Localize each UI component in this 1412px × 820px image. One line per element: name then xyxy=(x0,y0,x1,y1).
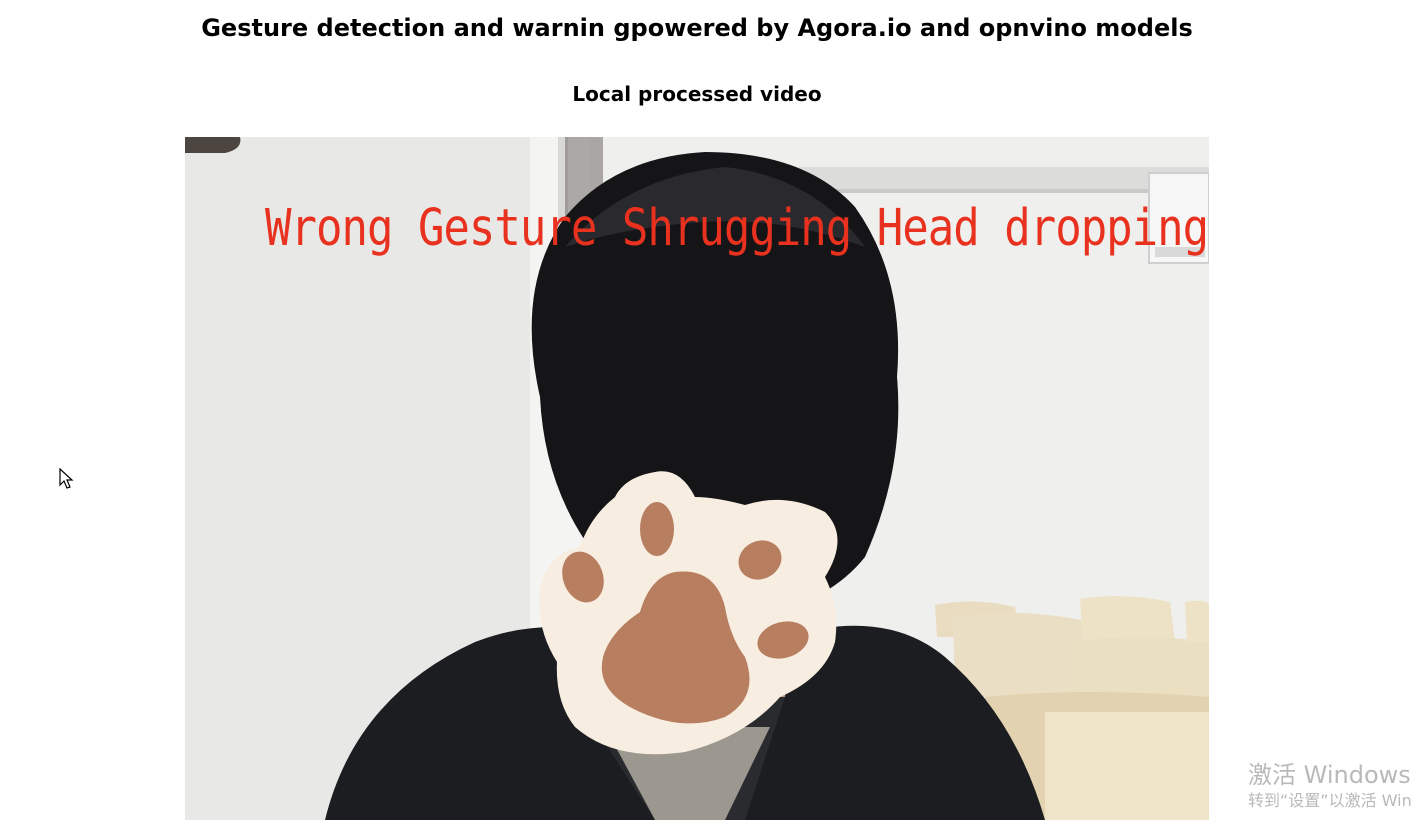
gesture-warning-text: Wrong Gesture Shrugging Head dropping xyxy=(265,199,1209,258)
page-title: Gesture detection and warnin gpowered by… xyxy=(201,14,1193,42)
mouse-pointer-icon xyxy=(59,468,74,489)
local-processed-video: Wrong Gesture Shrugging Head dropping xyxy=(185,137,1209,820)
watermark-line1: 激活 Windows xyxy=(1248,761,1411,789)
windows-activation-watermark: 激活 Windows 转到“设置”以激活 Windows。 xyxy=(1248,760,1412,812)
watermark-line2: 转到“设置”以激活 Windows。 xyxy=(1248,791,1412,810)
section-title: Local processed video xyxy=(572,82,822,106)
page: Gesture detection and warnin gpowered by… xyxy=(0,0,1412,820)
